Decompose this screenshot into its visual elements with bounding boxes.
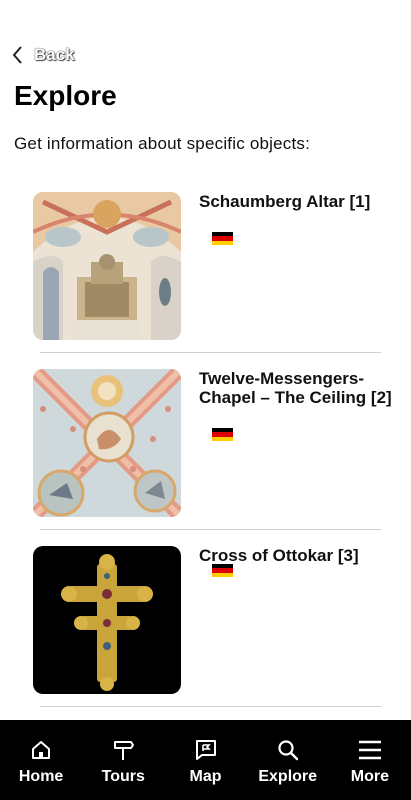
cross-of-ottokar-image [33,546,181,694]
bottom-navigation: Home Tours Map Explore More [0,720,411,800]
item-title: Twelve-Messengers-Chapel – The Ceiling [… [199,369,392,407]
nav-explore[interactable]: Explore [247,720,329,800]
menu-icon [358,740,381,760]
nav-map[interactable]: Map [164,720,246,800]
nav-more-label: More [350,768,390,785]
divider [40,706,381,707]
nav-tours-label: Tours [101,768,145,785]
german-flag-icon [212,564,233,577]
schaumberg-altar-image [33,192,181,340]
item-title: Schaumberg Altar [1] [199,192,371,211]
list-item-twelve-messengers-chapel[interactable]: Twelve-Messengers-Chapel – The Ceiling [… [0,353,411,530]
list-item-cross-of-ottokar[interactable]: Cross of Ottokar [3] [0,530,411,707]
object-list: Schaumberg Altar [1] Twelve-Messengers-C… [0,176,411,707]
german-flag-icon [212,428,233,441]
nav-explore-label: Explore [258,768,318,785]
home-icon [32,741,51,759]
nav-home[interactable]: Home [0,720,82,800]
nav-more[interactable]: More [329,720,411,800]
list-item-schaumberg-altar[interactable]: Schaumberg Altar [1] [0,176,411,353]
chevron-left-icon [12,46,22,64]
nav-home-label: Home [18,768,64,785]
back-button[interactable]: Back [12,43,75,67]
page-subtitle: Get information about specific objects: [14,134,311,153]
german-flag-icon [212,232,233,245]
nav-tours[interactable]: Tours [82,720,164,800]
map-flag-icon [195,740,216,760]
nav-map-label: Map [189,768,222,785]
back-label: Back [34,45,75,64]
signpost-icon [114,741,135,760]
page-title: Explore [14,80,117,111]
search-icon [278,740,298,761]
chapel-ceiling-image [33,369,181,517]
item-title: Cross of Ottokar [3] [199,546,359,565]
